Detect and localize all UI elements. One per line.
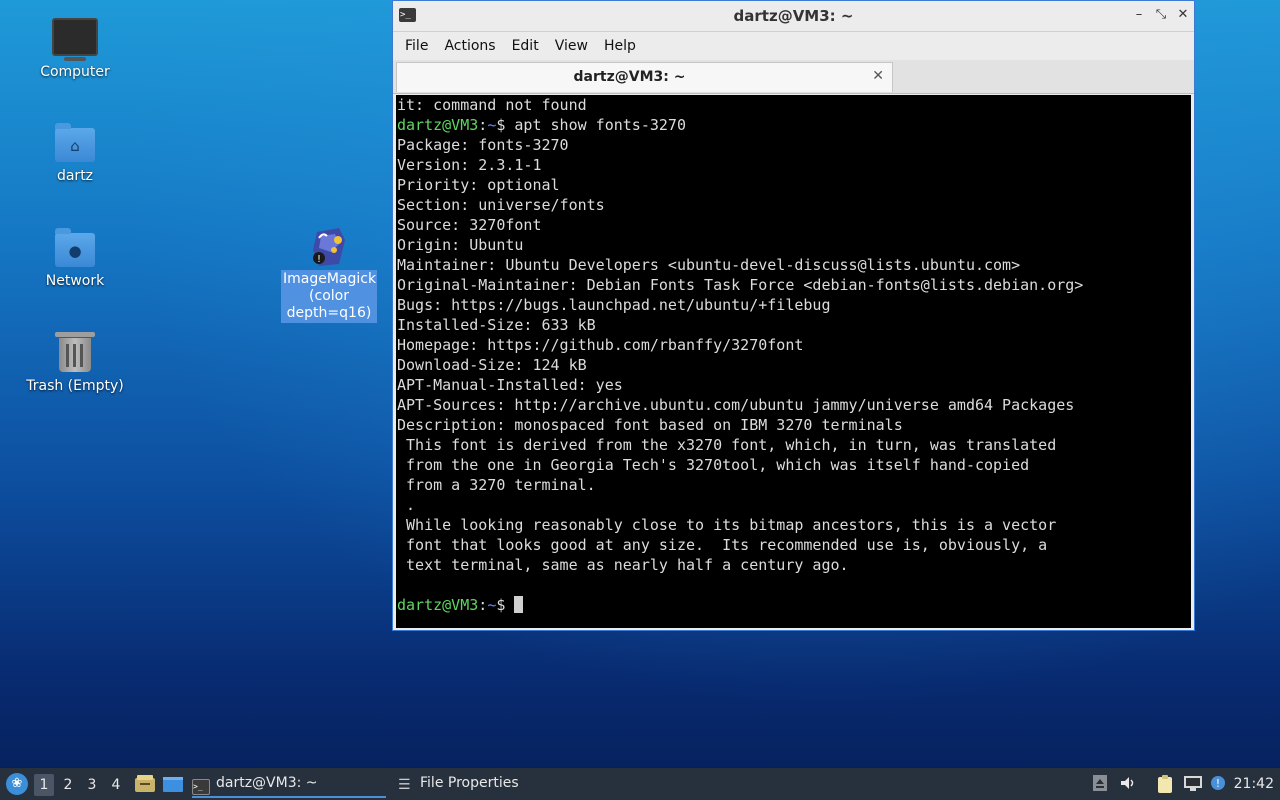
text-cursor <box>514 596 524 613</box>
workspace-2[interactable]: 2 <box>58 774 78 796</box>
task-label: File Properties <box>420 775 519 791</box>
network-folder-icon: ● <box>55 228 95 267</box>
tab-close-icon[interactable]: ✕ <box>872 68 884 84</box>
tray-eject-icon[interactable] <box>1090 774 1110 794</box>
tab-terminal[interactable]: dartz@VM3: ~ ✕ <box>396 62 893 92</box>
terminal-line: font that looks good at any size. Its re… <box>397 536 1048 554</box>
taskbar: ❀ 1 2 3 4 >_ dartz@VM3: ~ ☰ File Propertie… <box>0 767 1280 800</box>
desktop-icon-label: Trash (Empty) <box>26 378 124 394</box>
terminal-line: Origin: Ubuntu <box>397 236 524 254</box>
workspace-4[interactable]: 4 <box>106 774 126 796</box>
terminal-line: Bugs: https://bugs.launchpad.net/ubuntu/… <box>397 296 831 314</box>
prompt-symbol: $ <box>496 116 506 134</box>
terminal-line: it: command not found <box>397 96 587 114</box>
terminal-line: Section: universe/fonts <box>397 196 605 214</box>
terminal-window[interactable]: >_ dartz@VM3: ~ – ⤡ ✕ File Actions Edit … <box>392 0 1195 631</box>
desktop-icon-computer[interactable]: Computer <box>20 18 130 81</box>
show-desktop-icon[interactable] <box>162 774 184 794</box>
terminal-line: Priority: optional <box>397 176 560 194</box>
prompt-symbol: $ <box>496 596 506 614</box>
terminal-line: Installed-Size: 633 kB <box>397 316 596 334</box>
terminal-line: Download-Size: 124 kB <box>397 356 587 374</box>
workspace-1[interactable]: 1 <box>34 774 54 796</box>
tab-label: dartz@VM3: ~ <box>573 69 686 85</box>
desktop-icon-label: ImageMagick (color depth=q16) <box>281 270 377 323</box>
desktop-icon-label: Computer <box>40 64 110 80</box>
task-label: dartz@VM3: ~ <box>216 775 318 791</box>
prompt-path: ~ <box>487 596 497 614</box>
terminal-line: Homepage: https://github.com/rbanffy/327… <box>397 336 804 354</box>
terminal-command-line: dartz@VM3:~$ apt show fonts-3270 <box>397 116 686 134</box>
network-icon[interactable] <box>1182 774 1204 794</box>
terminal-line: APT-Manual-Installed: yes <box>397 376 623 394</box>
terminal-line: from a 3270 terminal. <box>397 476 596 494</box>
taskbar-task-terminal[interactable]: >_ dartz@VM3: ~ <box>192 768 386 798</box>
taskbar-task-file-properties[interactable]: ☰ File Properties <box>398 768 578 798</box>
prompt-user: dartz@VM3 <box>397 116 479 134</box>
terminal-line: While looking reasonably close to its bi… <box>397 516 1057 534</box>
tab-bar: dartz@VM3: ~ ✕ <box>393 60 1194 94</box>
terminal-task-icon: >_ <box>192 779 210 795</box>
home-folder-icon: ⌂ <box>55 123 95 162</box>
volume-icon[interactable] <box>1118 774 1138 794</box>
menu-edit[interactable]: Edit <box>504 38 547 54</box>
terminal-line: Description: monospaced font based on IB… <box>397 416 903 434</box>
clipboard-icon[interactable] <box>1154 774 1176 794</box>
terminal-line: from the one in Georgia Tech's 3270tool,… <box>397 456 1030 474</box>
desktop-icon-trash[interactable]: Trash (Empty) <box>20 332 130 395</box>
menu-help[interactable]: Help <box>596 38 644 54</box>
terminal-line: Maintainer: Ubuntu Developers <ubuntu-de… <box>397 256 1021 274</box>
update-notifier-icon[interactable]: ! <box>1208 774 1228 794</box>
close-button[interactable]: ✕ <box>1174 6 1192 24</box>
workspace-3[interactable]: 3 <box>82 774 102 796</box>
desktop-icon-home[interactable]: ⌂ dartz <box>20 123 130 185</box>
terminal-line: Version: 2.3.1-1 <box>397 156 542 174</box>
window-titlebar[interactable]: >_ dartz@VM3: ~ – ⤡ ✕ <box>393 1 1194 32</box>
prompt-user: dartz@VM3 <box>397 596 479 614</box>
trash-icon <box>55 332 95 372</box>
computer-icon <box>52 18 98 61</box>
properties-task-icon: ☰ <box>398 777 411 793</box>
terminal-output[interactable]: it: command not found dartz@VM3:~$ apt s… <box>396 95 1191 628</box>
terminal-line: This font is derived from the x3270 font… <box>397 436 1057 454</box>
menu-file[interactable]: File <box>397 38 436 54</box>
terminal-line: text terminal, same as nearly half a cen… <box>397 556 849 574</box>
menu-actions[interactable]: Actions <box>436 38 503 54</box>
desktop-icon-imagemagick[interactable]: ! ImageMagick (color depth=q16) <box>274 226 384 323</box>
svg-text:!: ! <box>1216 777 1220 790</box>
terminal-line: Source: 3270font <box>397 216 542 234</box>
terminal-line: Original-Maintainer: Debian Fonts Task F… <box>397 276 1084 294</box>
maximize-button[interactable]: ⤡ <box>1152 6 1170 24</box>
svg-text:!: ! <box>317 254 321 265</box>
imagemagick-icon: ! <box>309 226 349 268</box>
clock[interactable]: 21:42 <box>1234 768 1274 800</box>
minimize-button[interactable]: – <box>1130 6 1148 24</box>
terminal-line: APT-Sources: http://archive.ubuntu.com/u… <box>397 396 1075 414</box>
terminal-prompt-line: dartz@VM3:~$ <box>397 595 1191 615</box>
menu-view[interactable]: View <box>547 38 596 54</box>
start-menu-button[interactable]: ❀ <box>6 773 28 795</box>
file-manager-launcher-icon[interactable] <box>134 774 156 794</box>
menubar: File Actions Edit View Help <box>393 32 1194 60</box>
desktop-icon-label: dartz <box>56 168 94 184</box>
terminal-line: Package: fonts-3270 <box>397 136 569 154</box>
terminal-command: apt show fonts-3270 <box>514 116 686 134</box>
desktop-icon-network[interactable]: ● Network <box>20 228 130 290</box>
terminal-line: . <box>397 496 416 514</box>
desktop-icon-label: Network <box>45 273 105 289</box>
prompt-path: ~ <box>487 116 497 134</box>
window-title: dartz@VM3: ~ <box>733 7 854 25</box>
